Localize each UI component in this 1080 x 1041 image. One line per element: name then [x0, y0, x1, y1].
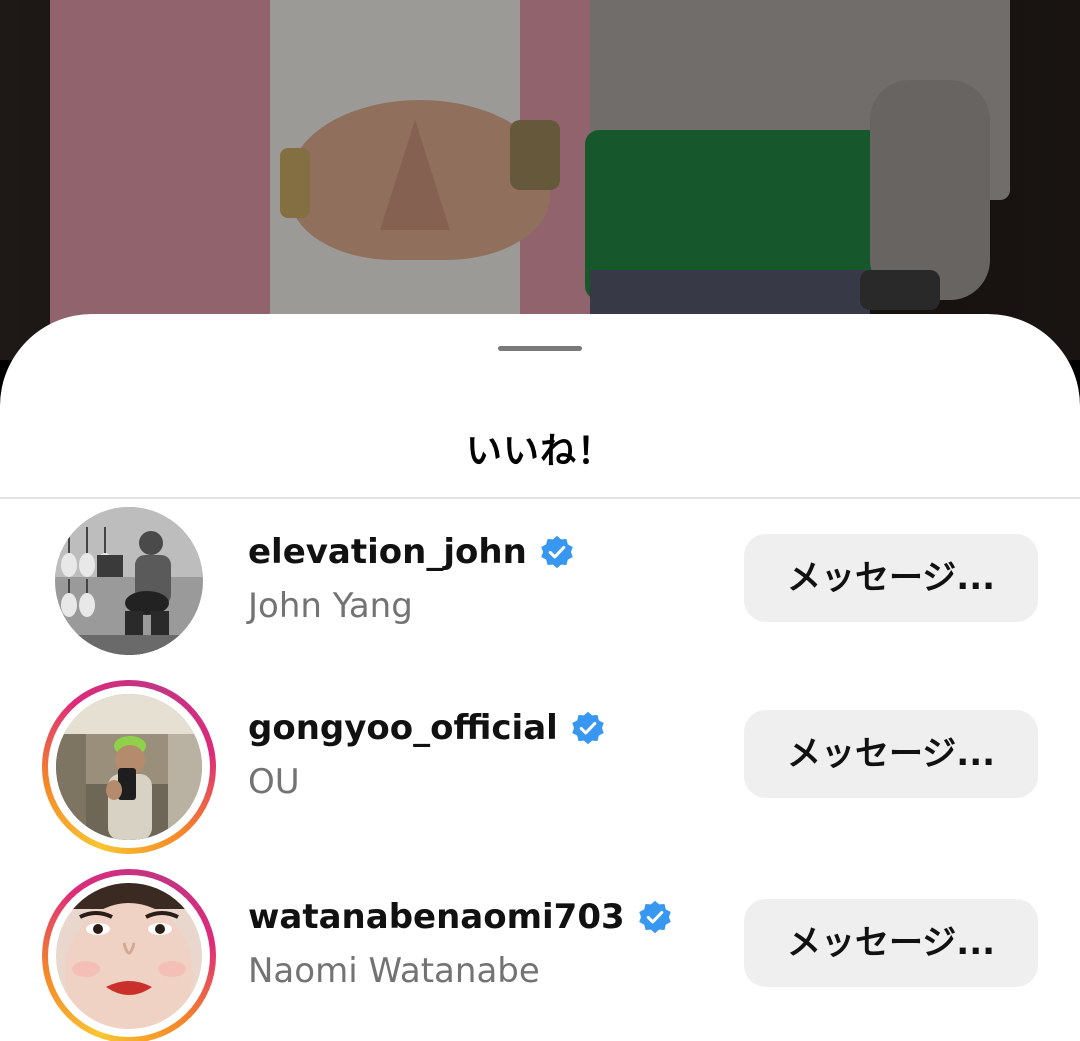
avatar-story-ring[interactable] [42, 680, 216, 854]
portrait-red-lips-photo [56, 883, 202, 1029]
list-item[interactable]: watanabenaomi703 Naomi Watanabe メッセージ... [0, 869, 1080, 1041]
verified-badge-icon [638, 900, 671, 934]
post-photo-background [0, 0, 1080, 360]
username-line: elevation_john [248, 532, 575, 572]
mirror-selfie-green-cap-photo [56, 694, 202, 840]
message-button[interactable]: メッセージ... [744, 899, 1038, 987]
username[interactable]: gongyoo_official [248, 708, 558, 748]
verified-badge-icon [572, 711, 604, 745]
avatar-story-ring[interactable] [42, 869, 216, 1041]
full-name: OU [248, 762, 300, 802]
username[interactable]: watanabenaomi703 [248, 897, 625, 937]
divider [0, 497, 1080, 499]
full-name: John Yang [248, 586, 413, 626]
username[interactable]: elevation_john [248, 532, 527, 572]
username-line: gongyoo_official [248, 708, 606, 748]
sheet-title: いいね！ [465, 431, 614, 472]
likes-screen: いいね！ elevation_john John Yang メッセージ... g… [0, 0, 1080, 1041]
message-button[interactable]: メッセージ... [744, 534, 1038, 622]
message-button[interactable]: メッセージ... [744, 710, 1038, 798]
avatar[interactable] [42, 504, 216, 678]
verified-badge-icon [541, 535, 573, 569]
sheet-drag-handle[interactable] [498, 346, 582, 351]
list-item[interactable]: elevation_john John Yang メッセージ... [0, 504, 1080, 674]
list-item[interactable]: gongyoo_official OU メッセージ... [0, 680, 1080, 854]
full-name: Naomi Watanabe [248, 951, 540, 991]
guitarist-bw-photo [55, 507, 203, 655]
likes-bottom-sheet: いいね！ elevation_john John Yang メッセージ... g… [0, 314, 1080, 1041]
username-line: watanabenaomi703 [248, 897, 673, 937]
